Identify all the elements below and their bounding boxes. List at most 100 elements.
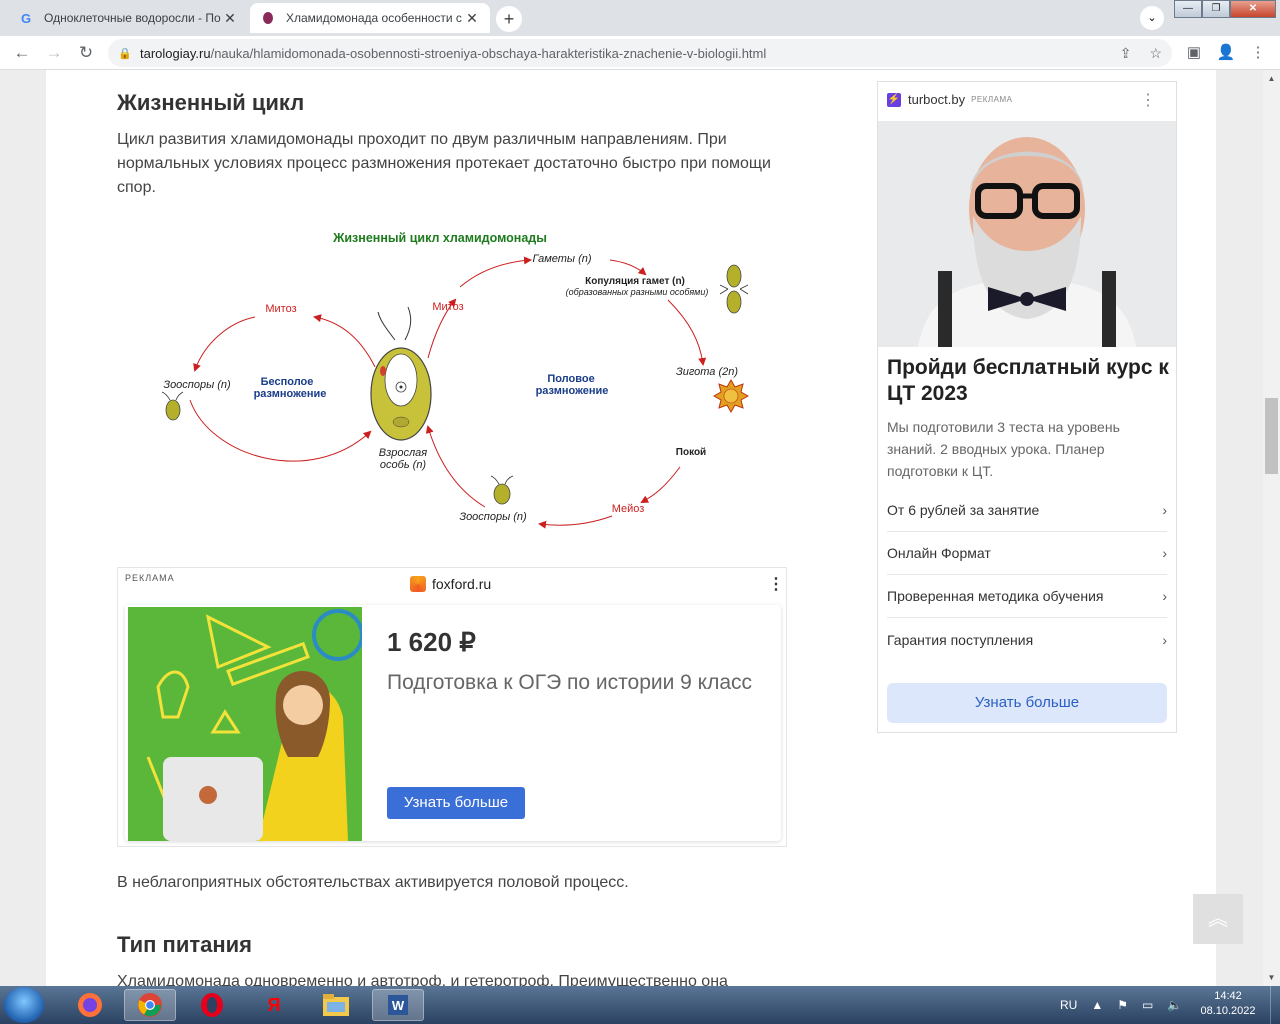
firefox-icon[interactable] (64, 989, 116, 1021)
back-arrow-icon[interactable]: ← (10, 41, 34, 65)
window-close-button[interactable]: ✕ (1230, 0, 1276, 18)
label-asexual-2: размножение (254, 388, 327, 400)
language-indicator[interactable]: RU (1060, 998, 1077, 1012)
ad-foxford[interactable]: РЕКЛАМА foxford.ru ⋮ 1 620 ₽ Подготовка … (117, 567, 787, 847)
forward-arrow-icon[interactable]: → (42, 41, 66, 65)
file-explorer-icon[interactable] (310, 989, 362, 1021)
label-copulation-1: Копуляция гамет (n) (585, 276, 685, 287)
ad2-tag: РЕКЛАМА (971, 95, 1013, 104)
site-favicon-icon (260, 10, 276, 26)
arrow-zoospores-to-adult-right (425, 425, 486, 508)
opera-icon[interactable] (186, 989, 238, 1021)
label-sexual-1: Половое (547, 373, 594, 385)
label-gametes: Гаметы (n) (532, 253, 591, 265)
flag-icon[interactable]: ⚑ (1117, 998, 1128, 1012)
ad2-link-guarantee[interactable]: Гарантия поступления › (887, 618, 1167, 661)
ad-image[interactable] (128, 607, 362, 841)
arrow-zoospores-to-adult (189, 399, 372, 462)
adult-cell-illustration (370, 306, 432, 441)
turboct-logo-icon: ⚡ (887, 92, 901, 107)
ad2-photo[interactable] (878, 121, 1176, 347)
ad-brand-name: foxford.ru (432, 576, 492, 592)
ad2-header[interactable]: ⚡ turboct.by РЕКЛАМА (887, 92, 1013, 107)
kebab-menu-icon[interactable]: ⋮ (1246, 41, 1270, 65)
browser-toolbar: ← → ↻ 🔒 tarologiay.ru/nauka/hlamidomonad… (0, 36, 1280, 70)
tray-expand-icon[interactable]: ▲ (1091, 998, 1103, 1012)
foxford-logo-icon (410, 576, 426, 592)
scroll-up-icon[interactable]: ▲ (1263, 70, 1280, 87)
arrow-rest-to-meiosis (640, 466, 681, 503)
ad2-link-format[interactable]: Онлайн Формат › (887, 532, 1167, 575)
ad2-link-method[interactable]: Проверенная методика обучения › (887, 575, 1167, 618)
minimize-button[interactable]: — (1174, 0, 1202, 18)
page-scrollbar[interactable]: ▲ ▼ (1263, 70, 1280, 986)
bookmark-star-icon[interactable]: ☆ (1149, 45, 1162, 62)
close-icon[interactable]: ✕ (464, 10, 480, 26)
word-icon[interactable]: W (372, 989, 424, 1021)
paragraph-unfavorable: В неблагоприятных обстоятельствах активи… (117, 874, 629, 891)
ad2-link-label: От 6 рублей за занятие (887, 502, 1040, 518)
chevron-right-icon: › (1162, 631, 1167, 648)
maximize-button[interactable]: ❐ (1202, 0, 1230, 18)
heading-life-cycle: Жизненный цикл (117, 90, 305, 115)
gametes-illustration (719, 264, 749, 314)
start-button[interactable] (4, 987, 44, 1023)
ad2-link-label: Проверенная методика обучения (887, 588, 1104, 604)
ad-menu-icon[interactable]: ⋮ (768, 574, 784, 594)
lock-icon[interactable]: 🔒 (118, 47, 132, 60)
ad2-headline[interactable]: Пройди бесплатный курс к ЦТ 2023 (887, 355, 1172, 407)
scroll-to-top-button[interactable]: ︽ (1193, 894, 1243, 944)
scrollbar-thumb[interactable] (1265, 398, 1278, 474)
diagram-title: Жизненный цикл хламидомонады (332, 231, 547, 245)
ad2-link-price[interactable]: От 6 рублей за занятие › (887, 489, 1167, 532)
tab-title: Хламидомонада особенности с (286, 11, 462, 25)
url-host: tarologiay.ru (140, 45, 211, 61)
share-icon[interactable]: ⇪ (1120, 45, 1132, 62)
zygote-illustration (712, 378, 750, 414)
label-mitoz-right: Митоз (432, 301, 463, 313)
ad2-cta-button[interactable]: Узнать больше (887, 683, 1167, 723)
paragraph-nutrition: Хламидомонада одновременно и автотроф, и… (117, 973, 728, 986)
page-viewport: Жизненный цикл Цикл развития хламидомона… (0, 70, 1263, 986)
chrome-icon[interactable] (124, 989, 176, 1021)
yandex-icon[interactable]: Я (248, 989, 300, 1021)
side-panel-icon[interactable]: ▣ (1182, 41, 1206, 65)
label-asexual-1: Бесполое (261, 376, 314, 388)
arrow-mitoz-left (193, 316, 256, 372)
address-bar[interactable]: 🔒 tarologiay.ru/nauka/hlamidomonada-osob… (108, 39, 1172, 67)
ad-price: 1 620 ₽ (387, 627, 476, 657)
ad-brand[interactable]: foxford.ru (410, 576, 491, 592)
chevron-right-icon: › (1162, 502, 1167, 518)
heading-nutrition: Тип питания (117, 932, 252, 957)
arrow-to-zygote (667, 299, 707, 366)
ad2-link-label: Онлайн Формат (887, 545, 991, 561)
tab-search-button[interactable]: ⌄ (1140, 6, 1164, 30)
tab-odnokletochnye[interactable]: G Одноклеточные водоросли - По ✕ (8, 3, 248, 33)
label-sexual-2: размножение (536, 385, 609, 397)
show-desktop-button[interactable] (1270, 986, 1280, 1024)
ad-turboct[interactable]: ⚡ turboct.by РЕКЛАМА ⋮ Пройди бесплатный… (877, 81, 1177, 733)
clock-date: 08.10.2022 (1200, 1005, 1256, 1017)
chevron-right-icon: › (1162, 588, 1167, 604)
ad-card[interactable]: 1 620 ₽ Подготовка к ОГЭ по истории 9 кл… (125, 605, 781, 841)
arrow-adult-to-mitoz (313, 314, 376, 368)
volume-icon[interactable]: 🔈 (1167, 998, 1182, 1012)
clock-time: 14:42 (1214, 990, 1242, 1002)
scroll-down-icon[interactable]: ▼ (1263, 969, 1280, 986)
label-adult-1: Взрослая (379, 447, 428, 459)
url-path: /nauka/hlamidomonada-osobennosti-stroeni… (210, 45, 767, 61)
clock[interactable]: 14:42 08.10.2022 (1196, 989, 1260, 1019)
zoospore-left-illustration (161, 391, 184, 421)
ad2-links: От 6 рублей за занятие › Онлайн Формат › П… (887, 489, 1167, 661)
taskbar: Я W RU ▲ ⚑ ▭ 🔈 14:42 08.10.2022 (0, 986, 1280, 1024)
ad2-menu-icon[interactable]: ⋮ (1140, 90, 1156, 110)
new-tab-button[interactable]: + (496, 6, 522, 32)
tab-hlamidomonada[interactable]: Хламидомонада особенности с ✕ (250, 3, 490, 33)
life-cycle-diagram: Жизненный цикл хламидомонады Митоз Митоз… (150, 222, 760, 532)
close-icon[interactable]: ✕ (222, 10, 238, 26)
network-icon[interactable]: ▭ (1142, 998, 1153, 1012)
page-background-right (1216, 70, 1263, 986)
ad-cta-button[interactable]: Узнать больше (387, 787, 525, 819)
reload-icon[interactable]: ↻ (74, 41, 98, 65)
profile-icon[interactable]: 👤 (1214, 41, 1238, 65)
